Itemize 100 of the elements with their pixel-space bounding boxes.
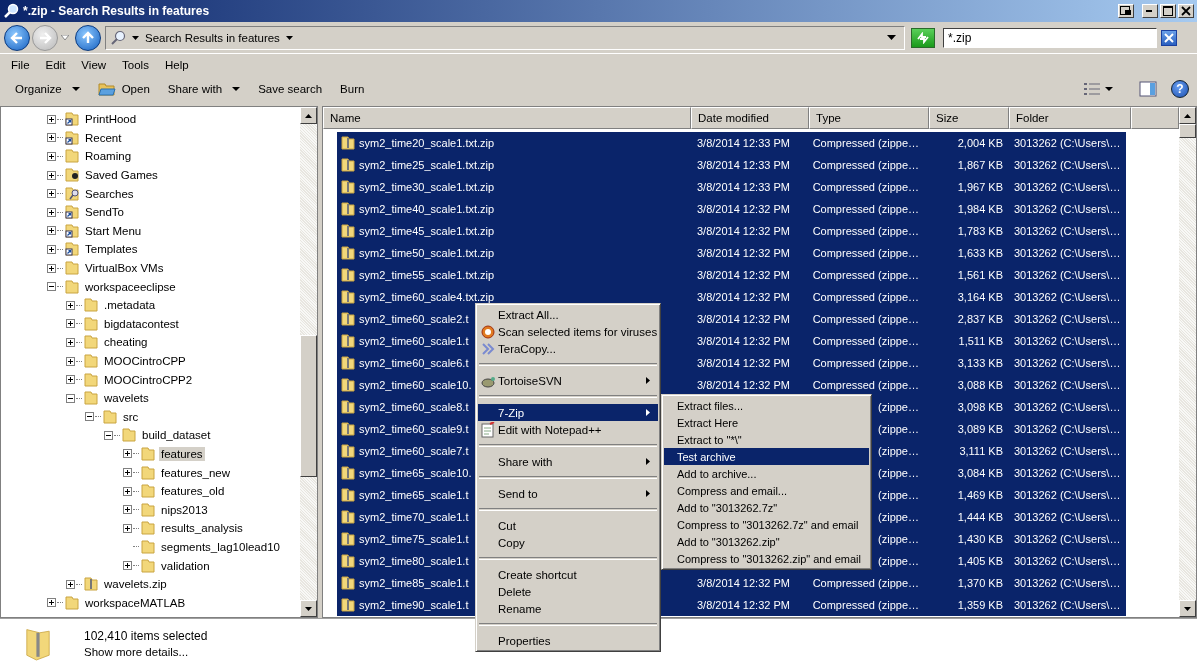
file-type: Compressed (zippe… bbox=[812, 269, 919, 281]
folder-path: 3013262 (C:\Users\… bbox=[1014, 203, 1121, 215]
file-type: Compressed (zippe… bbox=[812, 291, 919, 303]
file-type: (zippe… bbox=[878, 533, 919, 545]
file-name: sym2_time45_scale1.txt.zip bbox=[359, 225, 495, 237]
file-size: 1,633 KB bbox=[957, 247, 1003, 259]
file-type: Compressed (zippe… bbox=[812, 313, 919, 325]
file-name: sym2_time30_scale1.txt.zip bbox=[359, 181, 495, 193]
file-size: 3,133 KB bbox=[957, 357, 1003, 369]
file-size: 1,444 KB bbox=[957, 511, 1003, 523]
file-type: (zippe… bbox=[878, 467, 919, 479]
file-name: sym2_time70_scale1.t bbox=[359, 511, 469, 523]
file-type: (zippe… bbox=[878, 511, 919, 523]
file-size: 1,359 KB bbox=[957, 599, 1003, 611]
folder-path: 3013262 (C:\Users\… bbox=[1014, 467, 1121, 479]
file-type: Compressed (zippe… bbox=[812, 247, 919, 259]
file-type: Compressed (zippe… bbox=[812, 577, 919, 589]
file-name: sym2_time60_scale8.t bbox=[359, 401, 469, 413]
file-size: 3,111 KB bbox=[959, 445, 1003, 457]
file-type: Compressed (zippe… bbox=[812, 335, 919, 347]
folder-path: 3013262 (C:\Users\… bbox=[1014, 577, 1121, 589]
selection-summary: 102,410 items selected bbox=[84, 629, 208, 643]
date-modified: 3/8/2014 12:32 PM bbox=[697, 225, 790, 237]
folder-path: 3013262 (C:\Users\… bbox=[1014, 445, 1121, 457]
file-type: (zippe… bbox=[878, 489, 919, 501]
date-modified: 3/8/2014 12:32 PM bbox=[697, 247, 790, 259]
file-name: sym2_time60_scale2.t bbox=[359, 313, 469, 325]
date-modified: 3/8/2014 12:32 PM bbox=[697, 335, 790, 347]
folder-path: 3013262 (C:\Users\… bbox=[1014, 357, 1121, 369]
folder-path: 3013262 (C:\Users\… bbox=[1014, 313, 1121, 325]
file-size: 2,004 KB bbox=[957, 137, 1003, 149]
date-modified: 3/8/2014 12:33 PM bbox=[697, 137, 790, 149]
file-name: sym2_time60_scale6.t bbox=[359, 357, 469, 369]
folder-path: 3013262 (C:\Users\… bbox=[1014, 511, 1121, 523]
folder-path: 3013262 (C:\Users\… bbox=[1014, 533, 1121, 545]
file-type: Compressed (zippe… bbox=[812, 137, 919, 149]
date-modified: 3/8/2014 12:32 PM bbox=[697, 291, 790, 303]
file-name: sym2_time60_scale1.t bbox=[359, 335, 469, 347]
file-type: Compressed (zippe… bbox=[812, 181, 919, 193]
file-size: 1,469 KB bbox=[957, 489, 1003, 501]
date-modified: 3/8/2014 12:32 PM bbox=[697, 203, 790, 215]
date-modified: 3/8/2014 12:32 PM bbox=[697, 577, 790, 589]
folder-path: 3013262 (C:\Users\… bbox=[1014, 335, 1121, 347]
date-modified: 3/8/2014 12:32 PM bbox=[697, 269, 790, 281]
file-name: sym2_time60_scale9.t bbox=[359, 423, 469, 435]
folder-path: 3013262 (C:\Users\… bbox=[1014, 291, 1121, 303]
folder-path: 3013262 (C:\Users\… bbox=[1014, 159, 1121, 171]
file-name: sym2_time40_scale1.txt.zip bbox=[359, 203, 495, 215]
file-name: sym2_time65_scale1.t bbox=[359, 489, 469, 501]
folder-path: 3013262 (C:\Users\… bbox=[1014, 137, 1121, 149]
folder-path: 3013262 (C:\Users\… bbox=[1014, 489, 1121, 501]
file-size: 1,430 KB bbox=[957, 533, 1003, 545]
file-size: 3,098 KB bbox=[957, 401, 1003, 413]
file-size: 3,084 KB bbox=[957, 467, 1003, 479]
file-type: (zippe… bbox=[878, 401, 919, 413]
file-type: (zippe… bbox=[878, 555, 919, 567]
file-type: Compressed (zippe… bbox=[812, 203, 919, 215]
file-size: 3,089 KB bbox=[957, 423, 1003, 435]
folder-path: 3013262 (C:\Users\… bbox=[1014, 247, 1121, 259]
file-size: 1,370 KB bbox=[957, 577, 1003, 589]
file-size: 3,164 KB bbox=[957, 291, 1003, 303]
file-type: Compressed (zippe… bbox=[812, 599, 919, 611]
file-name: sym2_time60_scale7.t bbox=[359, 445, 469, 457]
file-size: 1,967 KB bbox=[957, 181, 1003, 193]
file-size: 1,405 KB bbox=[957, 555, 1003, 567]
file-name: sym2_time75_scale1.t bbox=[359, 533, 469, 545]
folder-path: 3013262 (C:\Users\… bbox=[1014, 599, 1121, 611]
date-modified: 3/8/2014 12:33 PM bbox=[697, 159, 790, 171]
date-modified: 3/8/2014 12:32 PM bbox=[697, 379, 790, 391]
file-size: 3,088 KB bbox=[957, 379, 1003, 391]
folder-path: 3013262 (C:\Users\… bbox=[1014, 555, 1121, 567]
file-type: (zippe… bbox=[878, 445, 919, 457]
folder-path: 3013262 (C:\Users\… bbox=[1014, 423, 1121, 435]
file-name: sym2_time85_scale1.t bbox=[359, 577, 469, 589]
folder-path: 3013262 (C:\Users\… bbox=[1014, 379, 1121, 391]
date-modified: 3/8/2014 12:32 PM bbox=[697, 313, 790, 325]
file-size: 1,561 KB bbox=[957, 269, 1003, 281]
file-type: Compressed (zippe… bbox=[812, 379, 919, 391]
file-name: sym2_time25_scale1.txt.zip bbox=[359, 159, 495, 171]
window-title: *.zip - Search Results in features bbox=[23, 4, 210, 18]
file-name: sym2_time60_scale10. bbox=[359, 379, 472, 391]
date-modified: 3/8/2014 12:33 PM bbox=[697, 181, 790, 193]
folder-path: 3013262 (C:\Users\… bbox=[1014, 401, 1121, 413]
date-modified: 3/8/2014 12:32 PM bbox=[697, 357, 790, 369]
file-type: Compressed (zippe… bbox=[812, 357, 919, 369]
file-name: sym2_time65_scale10. bbox=[359, 467, 472, 479]
file-name: sym2_time50_scale1.txt.zip bbox=[359, 247, 495, 259]
file-size: 1,984 KB bbox=[957, 203, 1003, 215]
folder-path: 3013262 (C:\Users\… bbox=[1014, 225, 1121, 237]
file-size: 2,837 KB bbox=[957, 313, 1003, 325]
file-type: (zippe… bbox=[878, 423, 919, 435]
file-name: sym2_time60_scale4.txt.zip bbox=[359, 291, 495, 303]
file-type: Compressed (zippe… bbox=[812, 225, 919, 237]
file-size: 1,511 KB bbox=[958, 335, 1003, 347]
file-name: sym2_time80_scale1.t bbox=[359, 555, 469, 567]
file-name: sym2_time20_scale1.txt.zip bbox=[359, 137, 495, 149]
folder-path: 3013262 (C:\Users\… bbox=[1014, 181, 1121, 193]
file-name: sym2_time90_scale1.t bbox=[359, 599, 469, 611]
file-type: Compressed (zippe… bbox=[812, 159, 919, 171]
file-name: sym2_time55_scale1.txt.zip bbox=[359, 269, 495, 281]
